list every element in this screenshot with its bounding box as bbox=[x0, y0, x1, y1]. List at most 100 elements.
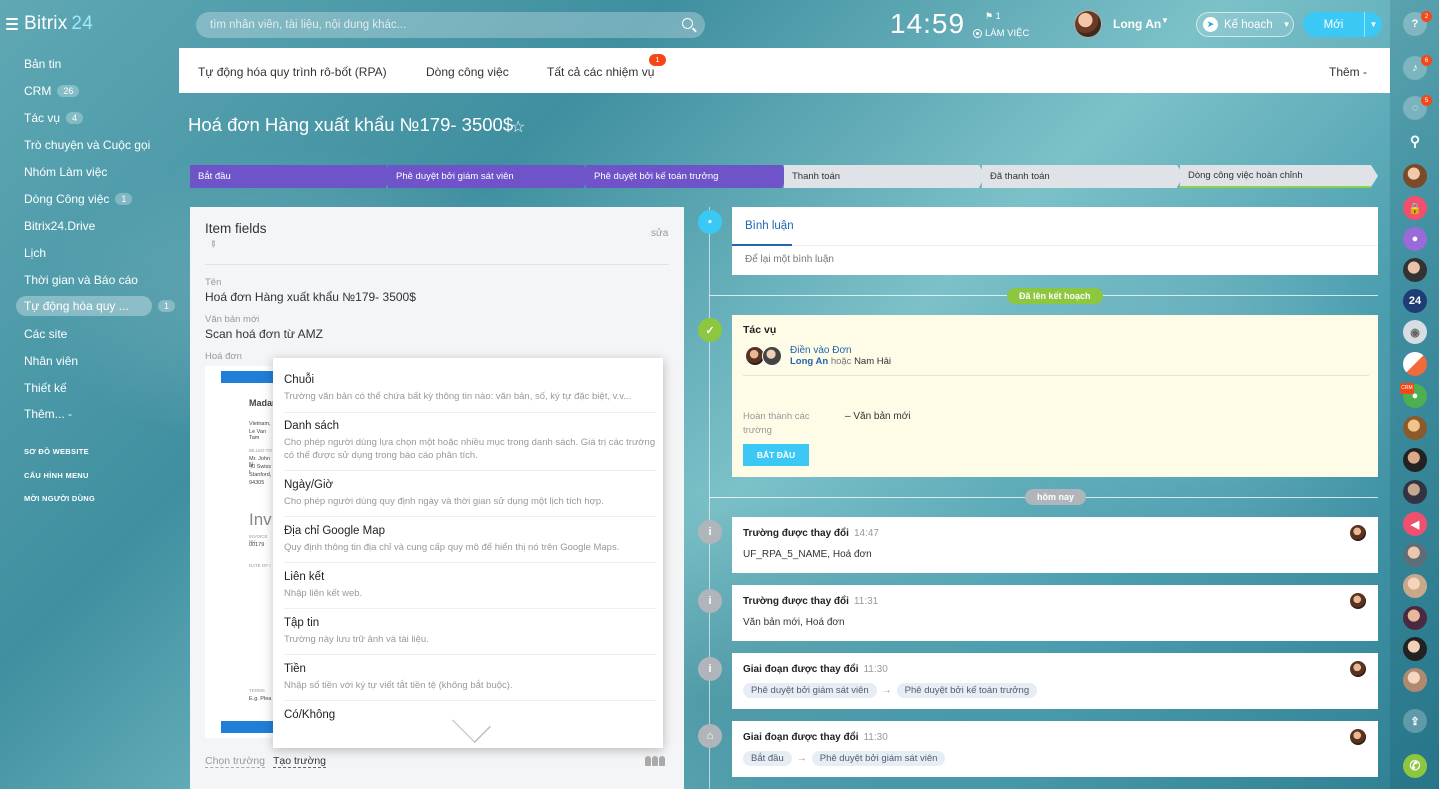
active-tab-indicator bbox=[732, 244, 792, 246]
avatar[interactable] bbox=[1403, 164, 1427, 188]
avatar[interactable] bbox=[762, 346, 782, 366]
field-type-datetime[interactable]: Ngày/Giờ Cho phép người dùng quy định ngà… bbox=[284, 479, 656, 508]
info-icon: i bbox=[698, 520, 722, 544]
avatar[interactable] bbox=[1403, 416, 1427, 440]
stage-start[interactable]: Bắt đầu bbox=[190, 165, 386, 188]
edit-link[interactable]: sửa bbox=[651, 228, 668, 239]
complete-fields-value: – Văn bản mới bbox=[845, 411, 911, 422]
sidebar-item-time-reports[interactable]: Thời gian và Báo cáo bbox=[24, 273, 138, 287]
tab-comment[interactable]: Bình luận bbox=[745, 220, 794, 232]
field-type-list[interactable]: Danh sách Cho phép người dùng lựa chọn mộ… bbox=[284, 420, 656, 462]
sidebar-item-chat[interactable]: Trò chuyện và Cuộc gọi bbox=[24, 138, 150, 152]
megaphone-icon[interactable]: ◀ bbox=[1403, 512, 1427, 536]
field-type-string[interactable]: Chuỗi Trường văn bản có thể chứa bất kỳ t… bbox=[284, 374, 656, 403]
avatar[interactable] bbox=[1074, 10, 1102, 38]
assignee-link[interactable]: Long An bbox=[790, 356, 828, 367]
sidebar-item-label: Tự động hóa quy ... bbox=[24, 299, 129, 313]
app-icon[interactable] bbox=[1403, 352, 1427, 376]
divider bbox=[284, 470, 656, 471]
divider bbox=[284, 562, 656, 563]
avatar[interactable] bbox=[1403, 574, 1427, 598]
tab-all-tasks[interactable]: Tất cả các nhiệm vụ bbox=[547, 65, 654, 79]
avatar[interactable] bbox=[1403, 543, 1427, 567]
sidebar-link-sitemap[interactable]: SƠ ĐỒ WEBSITE bbox=[24, 447, 89, 456]
comment-input[interactable]: Để lại một bình luận bbox=[745, 254, 834, 265]
stage-complete[interactable]: Dòng công việc hoàn chỉnh bbox=[1180, 165, 1371, 188]
avatar[interactable] bbox=[1403, 480, 1427, 504]
tab-workflows[interactable]: Dòng công việc bbox=[426, 65, 509, 79]
assignee-name: Nam Hải bbox=[854, 356, 892, 367]
field-type-name: Tập tin bbox=[284, 617, 320, 629]
avatar[interactable] bbox=[1403, 637, 1427, 661]
stage-chief-accountant[interactable]: Phê duyệt bởi kế toán trưởng bbox=[586, 165, 782, 188]
chevron-down-icon: ▼ bbox=[1282, 20, 1291, 29]
invoice-image[interactable]: Madar Vietnam, Le Van Tam BILLED TO Mr. … bbox=[205, 366, 273, 738]
sidebar-item-workflows[interactable]: Dòng Công việc 1 bbox=[24, 192, 133, 206]
sidebar-item-rpa[interactable]: Tự động hóa quy ... bbox=[16, 296, 152, 316]
chevron-down-icon[interactable]: ▼ bbox=[1161, 16, 1169, 25]
field-type-google-map[interactable]: Địa chỉ Google Map Quy định thông tin địa… bbox=[284, 525, 656, 554]
counter-badge: 4 bbox=[66, 112, 84, 124]
tab-more[interactable]: Thêm - bbox=[1329, 65, 1367, 79]
task-link[interactable]: Điền vào Đơn bbox=[790, 345, 852, 356]
flag-icon[interactable]: ⚑ 1 bbox=[985, 11, 1001, 22]
field-type-file[interactable]: Tập tin Trường này lưu trữ ảnh và tài liệ… bbox=[284, 617, 656, 646]
search-input[interactable] bbox=[196, 12, 705, 38]
search-icon[interactable]: ⚲ bbox=[1403, 129, 1427, 153]
invoice-text: DATE OF I bbox=[249, 563, 271, 568]
create-field-link[interactable]: Tạo trường bbox=[273, 755, 327, 768]
phone-icon[interactable]: ✆ bbox=[1403, 754, 1427, 778]
field-label-invoice: Hoá đơn bbox=[205, 351, 242, 362]
sidebar-item-design[interactable]: Thiết kế bbox=[24, 381, 67, 395]
plan-button[interactable]: ➤ Kế hoạch ▼ bbox=[1196, 12, 1294, 37]
menu-icon[interactable] bbox=[6, 18, 18, 30]
sidebar-item-calendar[interactable]: Lịch bbox=[24, 246, 46, 260]
stage-paid[interactable]: Đã thanh toán bbox=[982, 165, 1177, 188]
avatar[interactable] bbox=[1350, 525, 1366, 541]
sidebar-item-crm[interactable]: CRM 26 bbox=[24, 84, 80, 98]
user-name[interactable]: Long An bbox=[1113, 17, 1161, 31]
field-type-link[interactable]: Liên kết Nhập liên kết web. bbox=[284, 571, 656, 600]
sidebar-item-workgroups[interactable]: Nhóm Làm việc bbox=[24, 165, 107, 179]
invoice-text: Inv bbox=[249, 510, 272, 529]
clock-time[interactable]: 14:59 bbox=[890, 8, 965, 40]
work-status[interactable]: LÀM VIỆC bbox=[973, 28, 1029, 39]
new-button-label: Mới bbox=[1323, 18, 1344, 31]
chevron-down-icon[interactable] bbox=[455, 726, 487, 740]
sidebar-item-news[interactable]: Bản tin bbox=[24, 57, 61, 71]
avatar[interactable] bbox=[1403, 258, 1427, 282]
sidebar-item-tasks[interactable]: Tác vụ 4 bbox=[24, 111, 84, 125]
search-icon[interactable] bbox=[682, 18, 693, 29]
new-button[interactable]: Mới ▼ bbox=[1303, 12, 1382, 37]
sidebar-item-sites[interactable]: Các site bbox=[24, 327, 67, 341]
avatar[interactable] bbox=[1350, 661, 1366, 677]
sidebar-item-label: Bitrix24.Drive bbox=[24, 219, 96, 233]
open-panel-icon[interactable]: ⇪ bbox=[1403, 709, 1427, 733]
bitrix24-icon[interactable]: 24 bbox=[1403, 289, 1427, 313]
avatar[interactable] bbox=[1403, 448, 1427, 472]
field-type-money[interactable]: Tiền Nhập số tiền với ký tự viết tắt tiền… bbox=[284, 663, 656, 692]
user-icon[interactable]: ● bbox=[1403, 227, 1427, 251]
tab-rpa[interactable]: Tự động hóa quy trình rô-bốt (RPA) bbox=[198, 65, 387, 79]
cat-icon[interactable]: ◉ bbox=[1403, 320, 1427, 344]
logo[interactable]: Bitrix 24 bbox=[24, 13, 93, 35]
lock-icon[interactable]: 🔒 bbox=[1403, 196, 1427, 220]
stage-supervisor[interactable]: Phê duyệt bởi giám sát viên bbox=[388, 165, 584, 188]
avatar[interactable] bbox=[1350, 593, 1366, 609]
sidebar-item-more[interactable]: Thêm... - bbox=[24, 407, 72, 421]
start-button[interactable]: BẮT ĐẦU bbox=[743, 444, 809, 466]
sidebar-item-drive[interactable]: Bitrix24.Drive bbox=[24, 219, 95, 233]
users-icon[interactable] bbox=[645, 756, 665, 766]
avatar[interactable] bbox=[1403, 668, 1427, 692]
avatar[interactable] bbox=[1403, 606, 1427, 630]
chevron-down-icon[interactable]: ▼ bbox=[1364, 12, 1382, 37]
sidebar-item-label: Bản tin bbox=[24, 57, 62, 71]
choose-field-link[interactable]: Chọn trường bbox=[205, 755, 266, 768]
sidebar-link-invite-users[interactable]: MỜI NGƯỜI DÙNG bbox=[24, 494, 95, 503]
avatar[interactable] bbox=[1350, 729, 1366, 745]
star-icon[interactable]: ☆ bbox=[511, 117, 525, 137]
stage-payment[interactable]: Thanh toán bbox=[784, 165, 979, 188]
robot-icon: ⌂ bbox=[698, 724, 722, 748]
sidebar-item-employees[interactable]: Nhân viên bbox=[24, 354, 78, 368]
sidebar-link-configure-menu[interactable]: CẤU HÌNH MENU bbox=[24, 471, 89, 480]
